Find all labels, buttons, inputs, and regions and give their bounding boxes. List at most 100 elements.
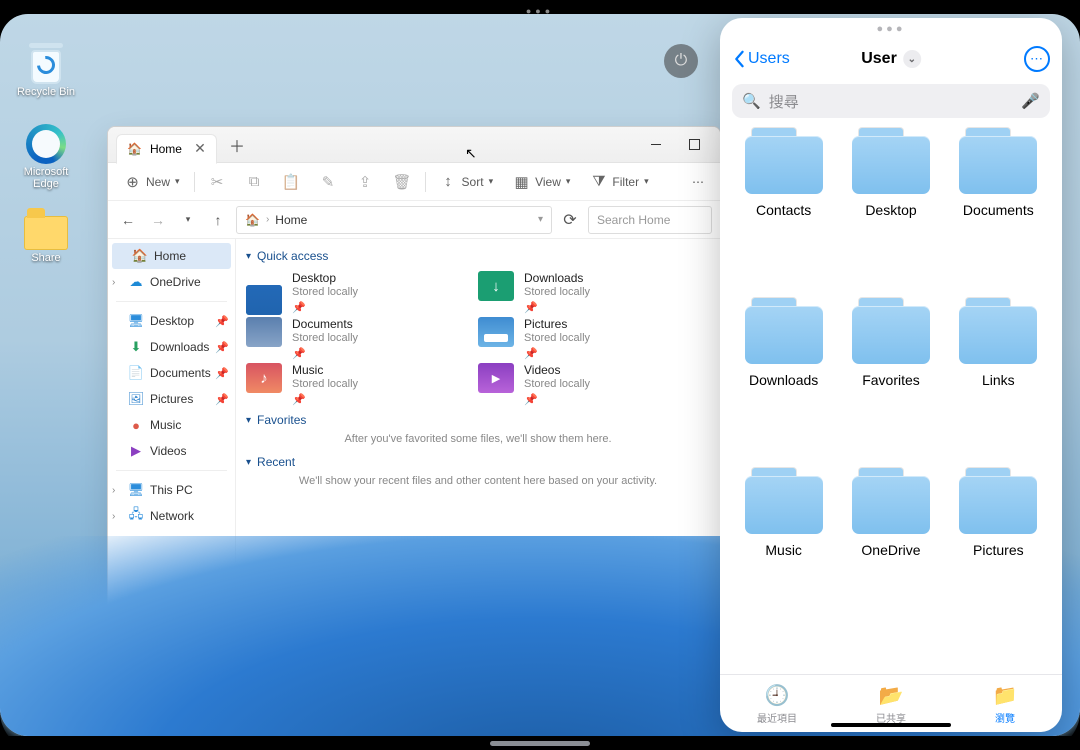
- system-tray[interactable]: M24: [1061, 704, 1072, 726]
- back-button[interactable]: Users: [732, 50, 790, 68]
- sheet-title[interactable]: User ⌄: [861, 50, 921, 68]
- rename-button[interactable]: ✎: [314, 169, 343, 194]
- sidebar-item-pictures[interactable]: 🖼Pictures📌: [108, 386, 235, 412]
- weather-temp: 27°C: [50, 701, 94, 713]
- desktop-icon-share[interactable]: Share: [10, 216, 82, 264]
- icon-label: Microsoft Edge: [10, 166, 82, 190]
- home-icon: 🏠: [245, 213, 260, 227]
- pin-icon: 📌: [292, 393, 358, 406]
- breadcrumb-bar[interactable]: 🏠 › Home ▾: [236, 206, 552, 234]
- sidebar-item-videos[interactable]: ▶Videos: [108, 438, 235, 464]
- chevron-down-icon: ▾: [246, 251, 251, 262]
- search-avatar-icon: 👑: [537, 708, 552, 722]
- folder-pictures[interactable]: Pictures: [949, 476, 1048, 608]
- sort-button[interactable]: ↕Sort▾: [434, 169, 500, 194]
- maximize-button[interactable]: [676, 131, 712, 159]
- folder-pictures[interactable]: PicturesStored locally📌: [478, 315, 710, 361]
- sidebar-item-downloads[interactable]: ⬇Downloads📌: [108, 334, 235, 360]
- sort-icon: ↕: [440, 173, 457, 190]
- more-button[interactable]: ⋯: [686, 171, 710, 193]
- cut-button[interactable]: ✂: [203, 169, 232, 194]
- ellipsis-icon: ⋯: [692, 175, 704, 189]
- files-app-sheet: ●●● Users User ⌄ ⋯ 🔍 搜尋 🎤 Contacts Deskt…: [720, 18, 1062, 732]
- chevron-down-icon: ▾: [246, 415, 251, 426]
- back-button[interactable]: ←: [116, 208, 140, 232]
- tab-browse[interactable]: 📁瀏覽: [948, 675, 1062, 732]
- chevron-right-icon[interactable]: ›: [112, 277, 115, 288]
- pin-icon: 📌: [524, 393, 590, 406]
- folder-videos[interactable]: VideosStored locally📌: [478, 361, 710, 407]
- folder-contacts[interactable]: Contacts: [734, 136, 833, 268]
- desktop-icon-recycle-bin[interactable]: Recycle Bin: [10, 42, 82, 98]
- share-button[interactable]: ⇪: [351, 169, 380, 194]
- dictate-icon[interactable]: 🎤: [1021, 92, 1040, 110]
- weather-icon: [8, 704, 30, 726]
- window-tab-home[interactable]: 🏠 Home ✕: [116, 134, 217, 164]
- folder-desktop[interactable]: Desktop: [841, 136, 940, 268]
- sidebar-item-network[interactable]: ›🖧Network: [108, 503, 235, 529]
- recent-empty-text: We'll show your recent files and other c…: [246, 475, 710, 487]
- folder-downloads[interactable]: Downloads: [734, 306, 833, 438]
- taskbar-explorer-icon[interactable]: 📁: [605, 702, 631, 728]
- cut-icon: ✂: [209, 173, 226, 190]
- desktop-icon-edge[interactable]: Microsoft Edge: [10, 124, 82, 190]
- tab-recents[interactable]: 🕘最近項目: [720, 675, 834, 732]
- sidebar-item-documents[interactable]: 📄Documents📌: [108, 360, 235, 386]
- task-view-button[interactable]: ⧉: [571, 702, 597, 728]
- chevron-right-icon[interactable]: ›: [112, 485, 115, 496]
- section-recent[interactable]: ▾Recent: [246, 455, 710, 469]
- view-button[interactable]: ▦View▾: [507, 169, 576, 194]
- folder-documents[interactable]: Documents: [949, 136, 1048, 268]
- minimize-button[interactable]: [638, 131, 674, 159]
- sidebar-item-desktop[interactable]: 🖥Desktop📌: [108, 308, 235, 334]
- folder-music[interactable]: MusicStored locally📌: [246, 361, 478, 407]
- search-field[interactable]: 🔍 搜尋 🎤: [732, 84, 1050, 118]
- home-indicator[interactable]: [831, 723, 951, 727]
- chevron-down-icon: ▾: [246, 457, 251, 468]
- copy-button[interactable]: ⧉: [240, 169, 269, 194]
- address-bar-row: ← → ▾ ↑ 🏠 › Home ▾ ⟳ Search Home: [108, 201, 720, 239]
- folder-favorites[interactable]: Favorites: [841, 306, 940, 438]
- section-favorites[interactable]: ▾Favorites: [246, 413, 710, 427]
- forward-button[interactable]: →: [146, 208, 170, 232]
- section-quick-access[interactable]: ▾Quick access: [246, 249, 710, 263]
- sheet-handle[interactable]: ●●●: [720, 18, 1062, 40]
- tab-label: Home: [150, 142, 182, 156]
- folder-desktop[interactable]: DesktopStored locally📌: [246, 269, 478, 315]
- title-bar[interactable]: 🏠 Home ✕ ＋ ↖: [108, 127, 720, 163]
- refresh-button[interactable]: ⟳: [558, 208, 582, 232]
- taskbar-edge-icon[interactable]: [639, 702, 665, 728]
- start-button[interactable]: [381, 703, 405, 727]
- folder-music[interactable]: Music: [734, 476, 833, 608]
- filter-button[interactable]: ⧩Filter▾: [584, 169, 654, 194]
- close-tab-button[interactable]: ✕: [192, 141, 208, 157]
- split-view-handle[interactable]: [490, 741, 590, 746]
- more-button[interactable]: ⋯: [1024, 46, 1050, 72]
- taskbar-search[interactable]: 🔍 Search 👑: [413, 701, 563, 729]
- rename-icon: ✎: [320, 173, 337, 190]
- sidebar-item-onedrive[interactable]: ›☁OneDrive: [108, 269, 235, 295]
- folder-documents[interactable]: DocumentsStored locally📌: [246, 315, 478, 361]
- taskbar-weather[interactable]: 1 27°C 晴時多雲: [8, 701, 94, 729]
- folder-links[interactable]: Links: [949, 306, 1048, 438]
- sidebar-item-thispc[interactable]: ›🖥This PC: [108, 477, 235, 503]
- chevron-down-icon[interactable]: ▾: [538, 214, 543, 225]
- history-button[interactable]: ▾: [176, 208, 200, 232]
- delete-button[interactable]: 🗑: [388, 169, 417, 194]
- folder-onedrive[interactable]: OneDrive: [841, 476, 940, 608]
- home-icon: 🏠: [132, 248, 148, 264]
- file-explorer-window: 🏠 Home ✕ ＋ ↖ ⊕ New ▾ ✂ ⧉ 📋 ✎ ⇪ 🗑: [107, 126, 721, 624]
- search-input[interactable]: Search Home: [588, 206, 712, 234]
- taskbar-store-icon[interactable]: 🛍: [673, 702, 699, 728]
- sidebar-item-home[interactable]: 🏠Home: [112, 243, 231, 269]
- new-button[interactable]: ⊕ New ▾: [118, 169, 186, 194]
- up-button[interactable]: ↑: [206, 208, 230, 232]
- chevron-right-icon[interactable]: ›: [112, 511, 115, 522]
- new-tab-button[interactable]: ＋: [223, 131, 251, 159]
- ellipsis-icon: ⋯: [1030, 51, 1044, 67]
- chevron-left-icon: [732, 50, 746, 68]
- folder-downloads[interactable]: DownloadsStored locally📌: [478, 269, 710, 315]
- power-overlay-icon[interactable]: ⏻: [664, 44, 698, 78]
- sidebar-item-music[interactable]: ●Music: [108, 412, 235, 438]
- paste-button[interactable]: 📋: [277, 169, 306, 194]
